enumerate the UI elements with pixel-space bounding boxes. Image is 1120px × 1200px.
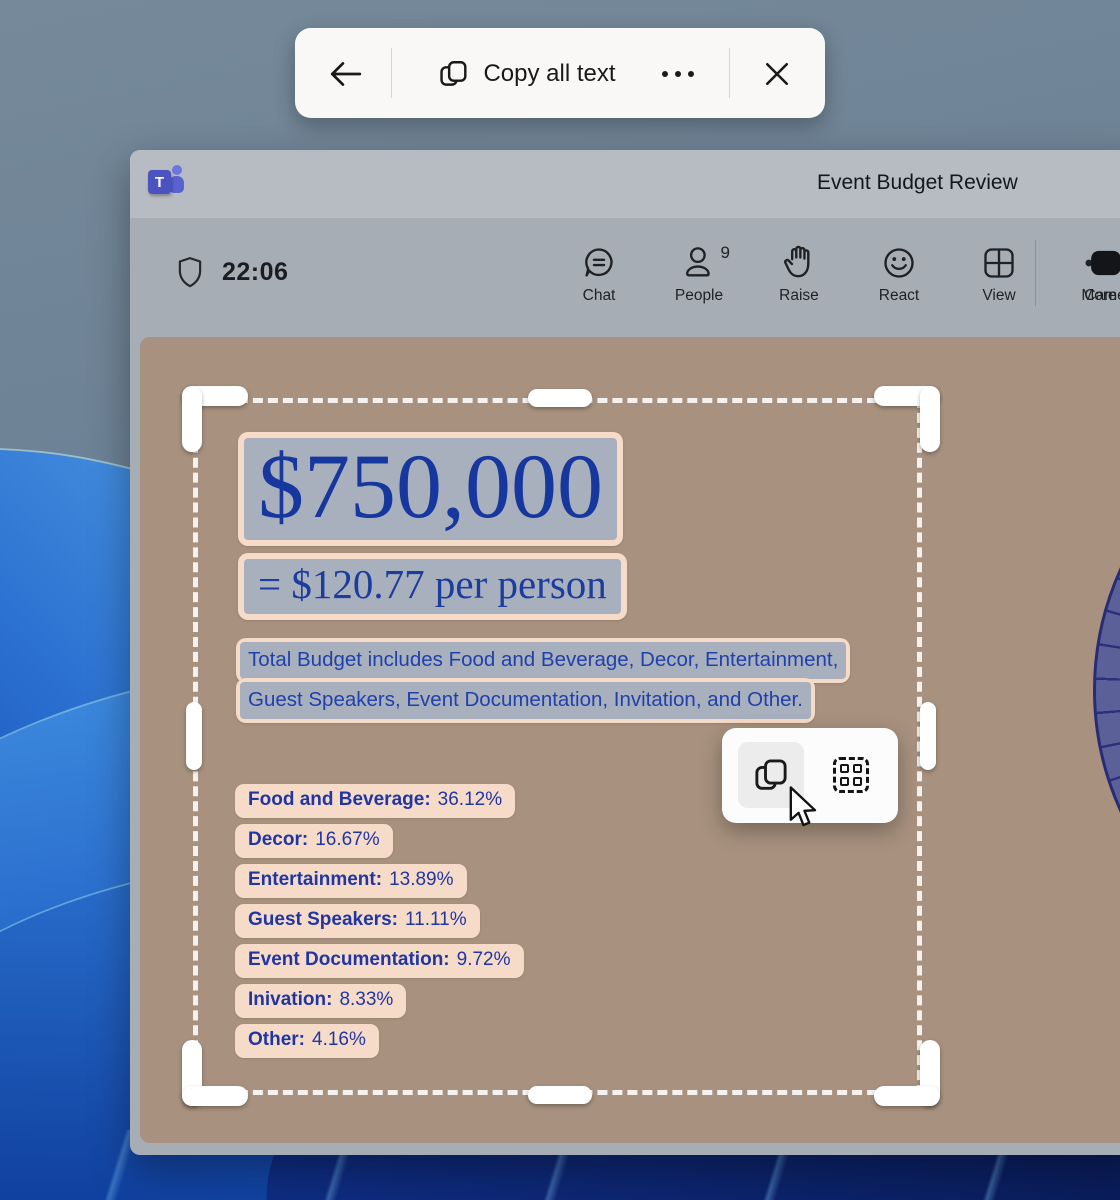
teams-logo-icon: T bbox=[148, 163, 188, 203]
view-icon bbox=[981, 241, 1017, 281]
selection-corner-handle-tr[interactable] bbox=[920, 386, 940, 452]
timer-value: 22:06 bbox=[222, 258, 288, 287]
selection-corner-handle-br[interactable] bbox=[874, 1086, 940, 1106]
raise-hand-button[interactable]: Raise bbox=[757, 240, 841, 306]
chat-icon bbox=[581, 241, 617, 281]
meeting-timer: 22:06 bbox=[176, 256, 288, 288]
more-options-button[interactable] bbox=[647, 52, 709, 96]
selection-corner-handle-tl[interactable] bbox=[182, 386, 202, 452]
close-button[interactable] bbox=[747, 52, 807, 96]
raise-hand-icon bbox=[782, 241, 816, 281]
back-button[interactable] bbox=[313, 52, 377, 96]
teams-call-toolbar: 22:06 Chat 9 People bbox=[130, 218, 1120, 332]
copy-icon bbox=[439, 59, 469, 89]
selection-edge-handle-right[interactable] bbox=[920, 702, 936, 770]
back-arrow-icon bbox=[327, 60, 363, 88]
meeting-title: Event Budget Review bbox=[817, 171, 1018, 195]
mouse-cursor bbox=[786, 786, 822, 830]
toolbar-divider bbox=[1035, 240, 1036, 306]
view-button[interactable]: View bbox=[957, 240, 1041, 306]
close-icon bbox=[764, 61, 790, 87]
people-count-badge: 9 bbox=[721, 243, 730, 263]
copy-all-text-button[interactable]: Copy all text bbox=[420, 44, 635, 104]
people-icon: 9 bbox=[682, 241, 716, 281]
globe-graphic bbox=[1093, 397, 1120, 983]
selection-edge-handle-top[interactable] bbox=[528, 389, 592, 407]
shield-icon bbox=[176, 256, 204, 288]
camera-icon bbox=[1090, 241, 1120, 281]
text-actions-qr-button[interactable] bbox=[818, 742, 884, 808]
text-extractor-toolbar: Copy all text bbox=[295, 28, 825, 118]
toolbar-divider bbox=[391, 48, 392, 98]
copy-icon bbox=[754, 758, 788, 792]
camera-button[interactable]: Camera bbox=[1070, 240, 1120, 306]
toolbar-divider bbox=[729, 48, 730, 98]
react-button[interactable]: React bbox=[857, 240, 941, 306]
qr-grid-icon bbox=[833, 757, 869, 793]
chat-button[interactable]: Chat bbox=[557, 240, 641, 306]
react-icon bbox=[881, 241, 917, 281]
teams-titlebar: T Event Budget Review bbox=[130, 150, 1120, 219]
people-button[interactable]: 9 People bbox=[657, 240, 741, 306]
more-horizontal-icon bbox=[662, 71, 694, 77]
selection-edge-handle-left[interactable] bbox=[186, 702, 202, 770]
selection-corner-handle-bl[interactable] bbox=[182, 1086, 248, 1106]
selection-edge-handle-bottom[interactable] bbox=[528, 1086, 592, 1104]
